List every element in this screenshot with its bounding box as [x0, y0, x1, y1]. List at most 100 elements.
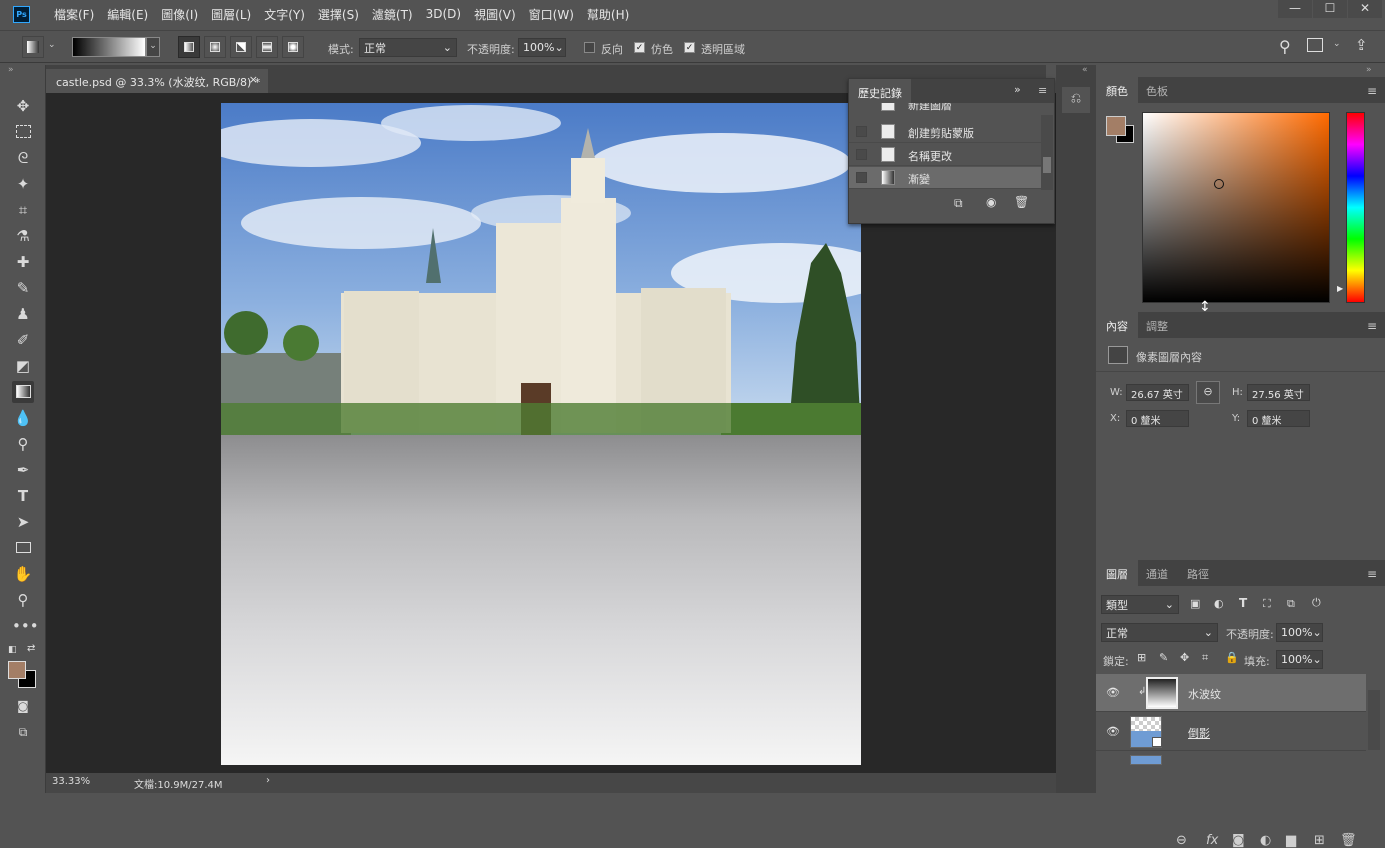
tab-history[interactable]: 歷史記錄: [849, 79, 911, 103]
width-input[interactable]: 26.67 英寸: [1126, 384, 1189, 401]
mode-select[interactable]: 正常 ⌄: [359, 38, 457, 57]
link-icon[interactable]: ⊖: [1176, 833, 1187, 848]
layer-row[interactable]: 👁 倒影: [1096, 713, 1366, 751]
pixel-filter-icon[interactable]: ▣: [1190, 597, 1200, 610]
swap-colors-icon[interactable]: ⇄: [27, 643, 35, 654]
lock-transparent-icon[interactable]: ⊞: [1137, 651, 1146, 664]
eye-icon[interactable]: 👁: [1106, 686, 1120, 699]
maximize-button[interactable]: ☐: [1313, 0, 1347, 18]
collapse-icon[interactable]: »: [8, 65, 14, 75]
menu-file[interactable]: 檔案(F): [54, 6, 94, 23]
menu-3d[interactable]: 3D(D): [426, 7, 461, 21]
layer-row-selected[interactable]: 👁 ↲ 水波纹: [1096, 674, 1366, 712]
layer-filter-select[interactable]: 類型 ⌄: [1101, 595, 1179, 614]
new-document-from-state-icon[interactable]: ⧉: [954, 196, 963, 211]
type-tool-icon[interactable]: T: [12, 485, 34, 507]
collapse-icon[interactable]: «: [1082, 65, 1088, 75]
adjustment-icon[interactable]: ◐: [1260, 833, 1271, 848]
x-input[interactable]: 0 釐米: [1126, 410, 1189, 427]
radial-gradient-icon[interactable]: [204, 36, 226, 58]
blur-tool-icon[interactable]: 💧: [12, 407, 34, 429]
brush-tool-icon[interactable]: ✎: [12, 277, 34, 299]
tab-layers[interactable]: 圖層: [1096, 560, 1138, 586]
gradient-dropdown-icon[interactable]: ⌄: [146, 37, 160, 57]
mask-icon[interactable]: ◙: [1232, 833, 1245, 848]
hand-tool-icon[interactable]: ✋: [12, 563, 34, 585]
close-icon[interactable]: ×: [249, 73, 258, 86]
gradient-layer-area[interactable]: [221, 435, 861, 765]
fx-icon[interactable]: fx: [1206, 833, 1218, 848]
lock-position-icon[interactable]: ✥: [1180, 651, 1189, 664]
lock-artboard-icon[interactable]: ⌗: [1202, 651, 1208, 665]
fill-input[interactable]: 100% ⌄: [1276, 650, 1323, 669]
layer-name[interactable]: 倒影: [1188, 725, 1210, 741]
color-field[interactable]: [1142, 112, 1330, 303]
smart-object-filter-icon[interactable]: ⧉: [1287, 597, 1295, 611]
menu-view[interactable]: 視圖(V): [474, 6, 516, 23]
menu-window[interactable]: 窗口(W): [529, 6, 574, 23]
path-selection-tool-icon[interactable]: ➤: [12, 511, 34, 533]
panel-menu-icon[interactable]: ≡: [1367, 84, 1377, 98]
dodge-tool-icon[interactable]: ⚲: [12, 433, 34, 455]
eyedropper-tool-icon[interactable]: ⚗: [12, 225, 34, 247]
dither-checkbox[interactable]: ✓: [634, 42, 645, 53]
angle-gradient-icon[interactable]: [230, 36, 252, 58]
diamond-gradient-icon[interactable]: [282, 36, 304, 58]
lasso-tool-icon[interactable]: ᘓ: [12, 147, 34, 169]
menu-type[interactable]: 文字(Y): [264, 6, 305, 23]
layer-opacity-input[interactable]: 100% ⌄: [1276, 623, 1323, 642]
share-icon[interactable]: ⇪: [1355, 36, 1368, 54]
hue-slider[interactable]: [1346, 112, 1365, 303]
height-input[interactable]: 27.56 英寸: [1247, 384, 1310, 401]
history-snapshot-checkbox[interactable]: [856, 126, 867, 137]
y-input[interactable]: 0 釐米: [1247, 410, 1310, 427]
history-item-active[interactable]: 漸變: [849, 167, 1041, 189]
zoom-tool-icon[interactable]: ⚲: [12, 589, 34, 611]
lock-pixels-icon[interactable]: ✎: [1159, 651, 1168, 664]
panel-menu-icon[interactable]: ≡: [1367, 319, 1377, 333]
folder-icon[interactable]: ▆: [1286, 833, 1296, 848]
layer-name[interactable]: 水波纹: [1188, 686, 1221, 702]
foreground-color-swatch[interactable]: [1106, 116, 1126, 136]
crop-tool-icon[interactable]: ⌗: [12, 199, 34, 221]
healing-brush-tool-icon[interactable]: ✚: [12, 251, 34, 273]
close-window-button[interactable]: ✕: [1348, 0, 1382, 18]
camera-icon[interactable]: ◉: [986, 195, 996, 209]
new-layer-icon[interactable]: ⊞: [1314, 833, 1325, 848]
history-item[interactable]: 名稱更改: [849, 144, 1041, 166]
eye-icon[interactable]: 👁: [1106, 725, 1120, 738]
expand-icon[interactable]: »: [1014, 83, 1021, 96]
type-filter-icon[interactable]: T: [1239, 596, 1247, 610]
eraser-tool-icon[interactable]: ◩: [12, 355, 34, 377]
rectangle-tool-icon[interactable]: [12, 537, 34, 559]
history-snapshot-checkbox[interactable]: [856, 149, 867, 160]
menu-help[interactable]: 幫助(H): [587, 6, 629, 23]
pen-tool-icon[interactable]: ✒: [12, 459, 34, 481]
gradient-tool-preset-icon[interactable]: [22, 36, 44, 58]
default-colors-icon[interactable]: ◧: [8, 645, 17, 655]
history-brush-tool-icon[interactable]: ✐: [12, 329, 34, 351]
trash-icon[interactable]: 🗑: [1014, 195, 1029, 209]
chevron-down-icon[interactable]: ⌄: [48, 40, 56, 50]
history-panel-icon[interactable]: ⎌: [1062, 87, 1090, 113]
tab-paths[interactable]: 路徑: [1177, 560, 1219, 586]
hue-slider-handle[interactable]: ▶: [1337, 284, 1343, 293]
blend-mode-select[interactable]: 正常 ⌄: [1101, 623, 1218, 642]
tab-channels[interactable]: 通道: [1136, 560, 1178, 586]
clone-stamp-tool-icon[interactable]: ♟: [12, 303, 34, 325]
filter-toggle-icon[interactable]: ⏻: [1312, 596, 1321, 610]
history-snapshot-checkbox[interactable]: [856, 172, 867, 183]
more-tools-icon[interactable]: •••: [12, 615, 39, 637]
screen-mode-icon[interactable]: ⧉: [12, 721, 34, 743]
link-icon[interactable]: ⊖: [1196, 381, 1220, 404]
gradient-tool-icon[interactable]: [12, 381, 34, 403]
layers-scrollbar[interactable]: [1368, 690, 1380, 750]
trash-icon[interactable]: 🗑: [1340, 833, 1357, 848]
tab-properties[interactable]: 內容: [1096, 312, 1138, 338]
linear-gradient-icon[interactable]: [178, 36, 200, 58]
history-item[interactable]: 創建剪貼蒙版: [849, 121, 1041, 143]
tab-color[interactable]: 顏色: [1096, 77, 1138, 103]
menu-image[interactable]: 圖像(I): [161, 6, 198, 23]
castle-photo[interactable]: [221, 103, 861, 435]
tab-adjustments[interactable]: 調整: [1136, 312, 1178, 338]
